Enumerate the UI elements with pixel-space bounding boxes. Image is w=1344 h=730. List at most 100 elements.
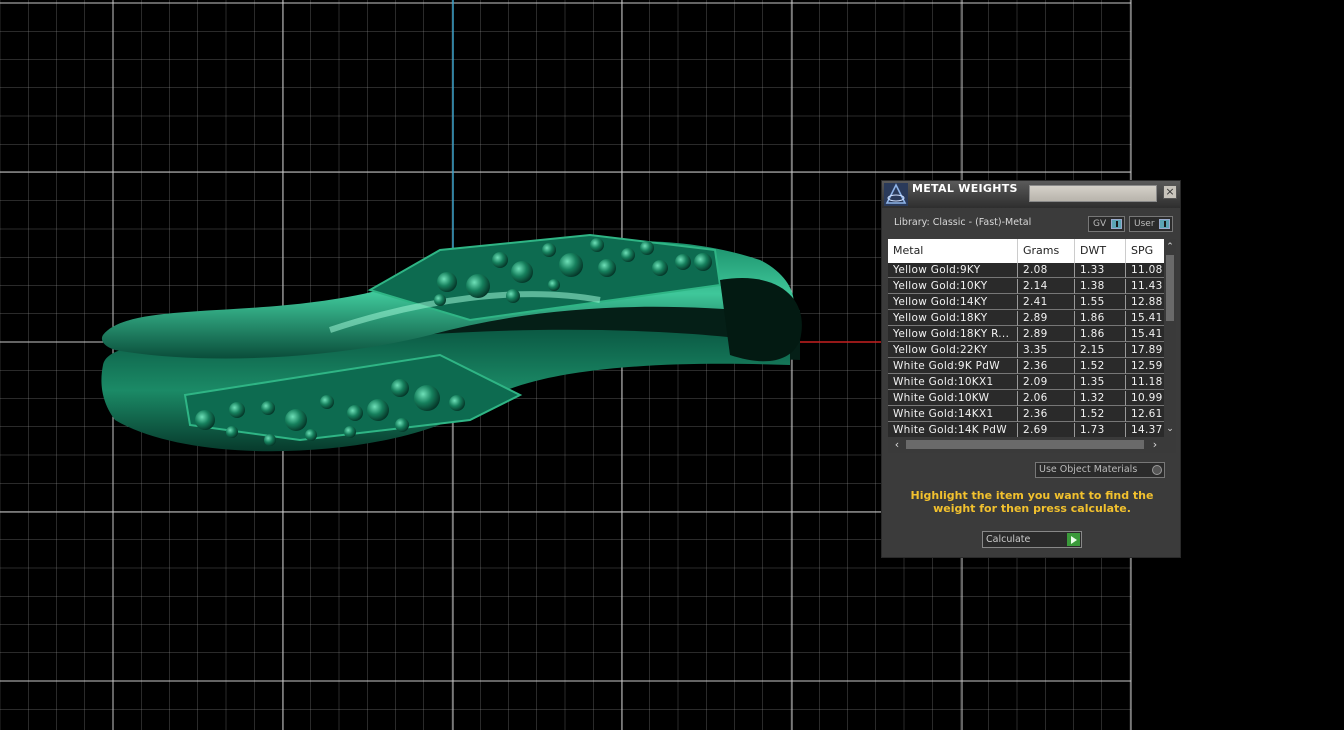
ring-bead xyxy=(226,426,238,438)
ring-bead xyxy=(511,261,533,283)
gv-toggle-label: GV xyxy=(1093,219,1107,229)
dwt-value-cell: 1.55 xyxy=(1075,295,1126,310)
ring-bead xyxy=(195,410,215,430)
table-header: Metal Grams DWT SPG xyxy=(888,239,1164,263)
ring-bead xyxy=(694,253,712,271)
table-row[interactable]: White Gold:10KW 2.06 1.32 10.99 xyxy=(888,391,1164,407)
grams-value-cell: 3.35 xyxy=(1018,343,1075,358)
grams-value-cell: 2.36 xyxy=(1018,359,1075,374)
spg-value-cell: 12.88 xyxy=(1126,295,1164,310)
grams-value-cell: 2.41 xyxy=(1018,295,1075,310)
table-row[interactable]: White Gold:14KX1 2.36 1.52 12.61 xyxy=(888,407,1164,423)
table-row[interactable]: Yellow Gold:18KY R... 2.89 1.86 15.41 xyxy=(888,327,1164,343)
spg-value-cell: 11.08 xyxy=(1126,263,1164,278)
spg-value-cell: 17.89 xyxy=(1126,343,1164,358)
spg-value-cell: 11.43 xyxy=(1126,279,1164,294)
dwt-value-cell: 1.33 xyxy=(1075,263,1126,278)
spg-value-cell: 15.41 xyxy=(1126,311,1164,326)
ring-bead xyxy=(449,395,465,411)
horizontal-scroll-thumb[interactable] xyxy=(906,440,1144,449)
ring-bead xyxy=(414,385,440,411)
chevron-left-icon[interactable]: ‹ xyxy=(890,438,904,452)
ring-bead xyxy=(347,405,363,421)
table-row[interactable]: Yellow Gold:22KY 3.35 2.15 17.89 xyxy=(888,343,1164,359)
ring-bead xyxy=(466,274,490,298)
chevron-down-icon[interactable]: ⌄ xyxy=(1164,423,1176,435)
column-header-dwt[interactable]: DWT xyxy=(1075,239,1126,263)
radio-icon xyxy=(1152,465,1162,475)
chevron-up-icon[interactable]: ⌃ xyxy=(1164,241,1176,253)
ring-bead xyxy=(506,289,520,303)
panel-titlebar[interactable]: METAL WEIGHTS × xyxy=(882,181,1180,208)
metal-table: Metal Grams DWT SPG Yellow Gold:9KY 2.08 1… xyxy=(888,239,1176,453)
chevron-right-icon[interactable]: › xyxy=(1148,438,1162,452)
metal-name-cell: White Gold:14K PdW xyxy=(888,423,1018,438)
metal-name-cell: Yellow Gold:18KY xyxy=(888,311,1018,326)
vertical-scroll-thumb[interactable] xyxy=(1166,255,1174,321)
ring-bead xyxy=(542,243,556,257)
ring-bead xyxy=(559,253,583,277)
spg-value-cell: 14.37 xyxy=(1126,423,1164,438)
grams-value-cell: 2.08 xyxy=(1018,263,1075,278)
dwt-value-cell: 1.73 xyxy=(1075,423,1126,438)
metal-name-cell: Yellow Gold:22KY xyxy=(888,343,1018,358)
column-header-spg[interactable]: SPG xyxy=(1126,239,1164,263)
ring-bead xyxy=(675,254,691,270)
horizontal-scrollbar[interactable]: ‹ › xyxy=(888,437,1164,453)
grams-value-cell: 2.69 xyxy=(1018,423,1075,438)
use-object-materials-toggle[interactable]: Use Object Materials xyxy=(1035,462,1165,478)
ring-bead xyxy=(344,426,356,438)
ring-bead xyxy=(395,418,409,432)
column-header-grams[interactable]: Grams xyxy=(1018,239,1075,263)
ring-bead xyxy=(285,409,307,431)
grams-value-cell: 2.89 xyxy=(1018,311,1075,326)
column-header-metal[interactable]: Metal xyxy=(888,239,1018,263)
grams-value-cell: 2.09 xyxy=(1018,375,1075,390)
toggle-switch-icon xyxy=(1111,219,1122,229)
table-row[interactable]: White Gold:10KX1 2.09 1.35 11.18 xyxy=(888,375,1164,391)
dwt-value-cell: 2.15 xyxy=(1075,343,1126,358)
ring-bead xyxy=(548,279,560,291)
user-toggle-label: User xyxy=(1134,219,1155,229)
ring-bead xyxy=(264,434,276,446)
ring-bead xyxy=(492,252,508,268)
table-row[interactable]: Yellow Gold:9KY 2.08 1.33 11.08 xyxy=(888,263,1164,279)
ring-bead xyxy=(367,399,389,421)
metal-weights-panel: METAL WEIGHTS × Library: Classic - (Fast… xyxy=(881,180,1181,558)
gv-toggle[interactable]: GV xyxy=(1088,216,1125,232)
scroll-corner xyxy=(1164,437,1176,453)
table-row[interactable]: Yellow Gold:10KY 2.14 1.38 11.43 xyxy=(888,279,1164,295)
metal-name-cell: White Gold:14KX1 xyxy=(888,407,1018,422)
library-label: Library: Classic - (Fast)-Metal xyxy=(894,217,1032,228)
metal-name-cell: White Gold:10KW xyxy=(888,391,1018,406)
ring-bead xyxy=(305,429,317,441)
ring-bead xyxy=(434,294,446,306)
spg-value-cell: 11.18 xyxy=(1126,375,1164,390)
ring-bead xyxy=(261,401,275,415)
metal-name-cell: Yellow Gold:18KY R... xyxy=(888,327,1018,342)
close-icon[interactable]: × xyxy=(1163,185,1177,199)
dwt-value-cell: 1.86 xyxy=(1075,327,1126,342)
triangle-logo-icon xyxy=(884,183,908,206)
use-object-materials-label: Use Object Materials xyxy=(1039,464,1138,475)
user-toggle[interactable]: User xyxy=(1129,216,1173,232)
dwt-value-cell: 1.52 xyxy=(1075,407,1126,422)
ring-bead xyxy=(437,272,457,292)
metal-name-cell: White Gold:10KX1 xyxy=(888,375,1018,390)
ring-bead xyxy=(391,379,409,397)
ring-bead xyxy=(621,248,635,262)
vertical-scrollbar[interactable]: ⌃ ⌄ xyxy=(1164,239,1176,437)
table-row[interactable]: Yellow Gold:18KY 2.89 1.86 15.41 xyxy=(888,311,1164,327)
toggle-switch-icon xyxy=(1159,219,1170,229)
play-arrow-icon xyxy=(1067,533,1080,546)
metal-name-cell: Yellow Gold:9KY xyxy=(888,263,1018,278)
grams-value-cell: 2.89 xyxy=(1018,327,1075,342)
table-row[interactable]: Yellow Gold:14KY 2.41 1.55 12.88 xyxy=(888,295,1164,311)
calculate-button[interactable]: Calculate xyxy=(982,531,1082,548)
table-body: Yellow Gold:9KY 2.08 1.33 11.08 Yellow Gold:… xyxy=(888,263,1164,439)
ring-bead xyxy=(229,402,245,418)
panel-title: METAL WEIGHTS xyxy=(912,182,1018,195)
ring-bead xyxy=(590,238,604,252)
table-row[interactable]: White Gold:9K PdW 2.36 1.52 12.59 xyxy=(888,359,1164,375)
metal-name-cell: White Gold:9K PdW xyxy=(888,359,1018,374)
